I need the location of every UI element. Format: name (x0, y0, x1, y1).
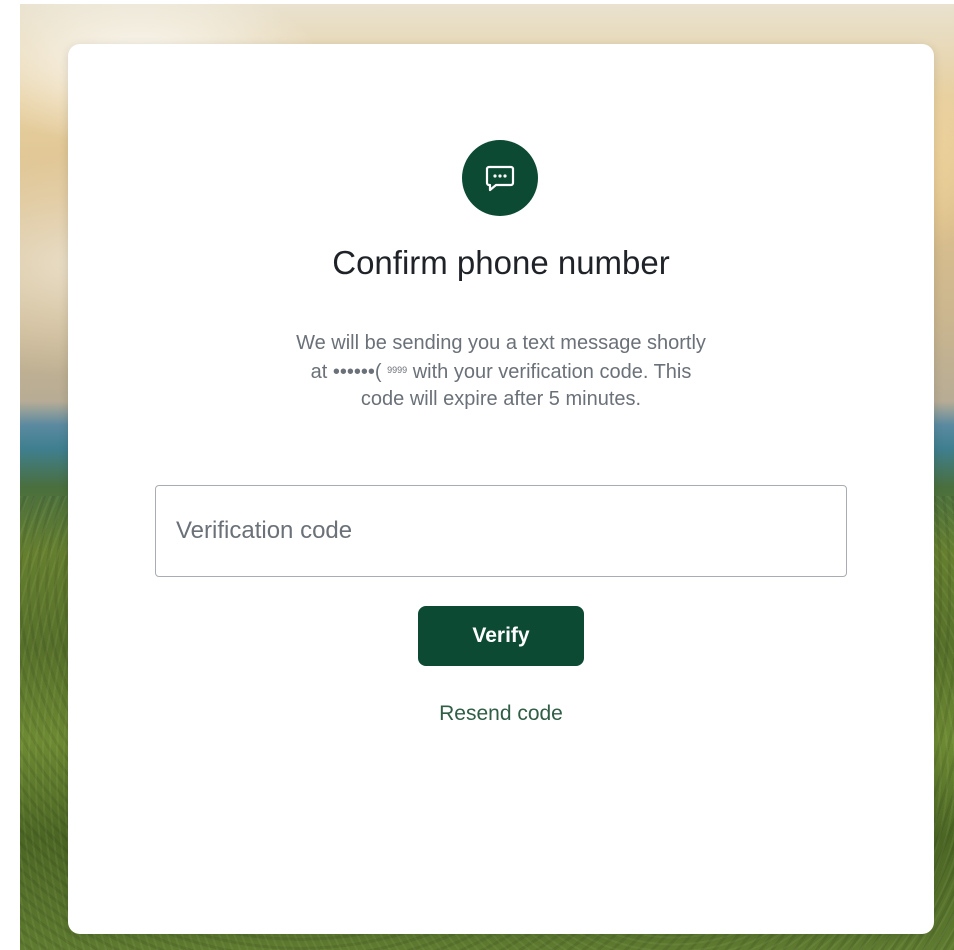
chat-message-icon (485, 165, 515, 192)
masked-phone-tail: 9999 (387, 365, 408, 375)
description-line-1: We will be sending you a text message sh… (296, 332, 706, 354)
resend-code-link[interactable]: Resend code (68, 702, 934, 726)
verification-dialog: Confirm phone number We will be sending … (68, 44, 934, 934)
description-line-3: code will expire after 5 minutes. (360, 388, 642, 410)
verification-description: We will be sending you a text message sh… (238, 330, 764, 413)
description-line-2-suffix: with your verification code. This (407, 361, 692, 383)
masked-phone-number: ••••••( 9999 (333, 361, 407, 383)
verification-code-input[interactable] (155, 485, 847, 577)
message-icon-badge (462, 140, 538, 216)
masked-phone-dots: ••••••( (332, 361, 382, 383)
page-title: Confirm phone number (332, 244, 670, 281)
verify-button[interactable]: Verify (418, 606, 584, 666)
description-line-2-prefix: at (310, 361, 333, 383)
